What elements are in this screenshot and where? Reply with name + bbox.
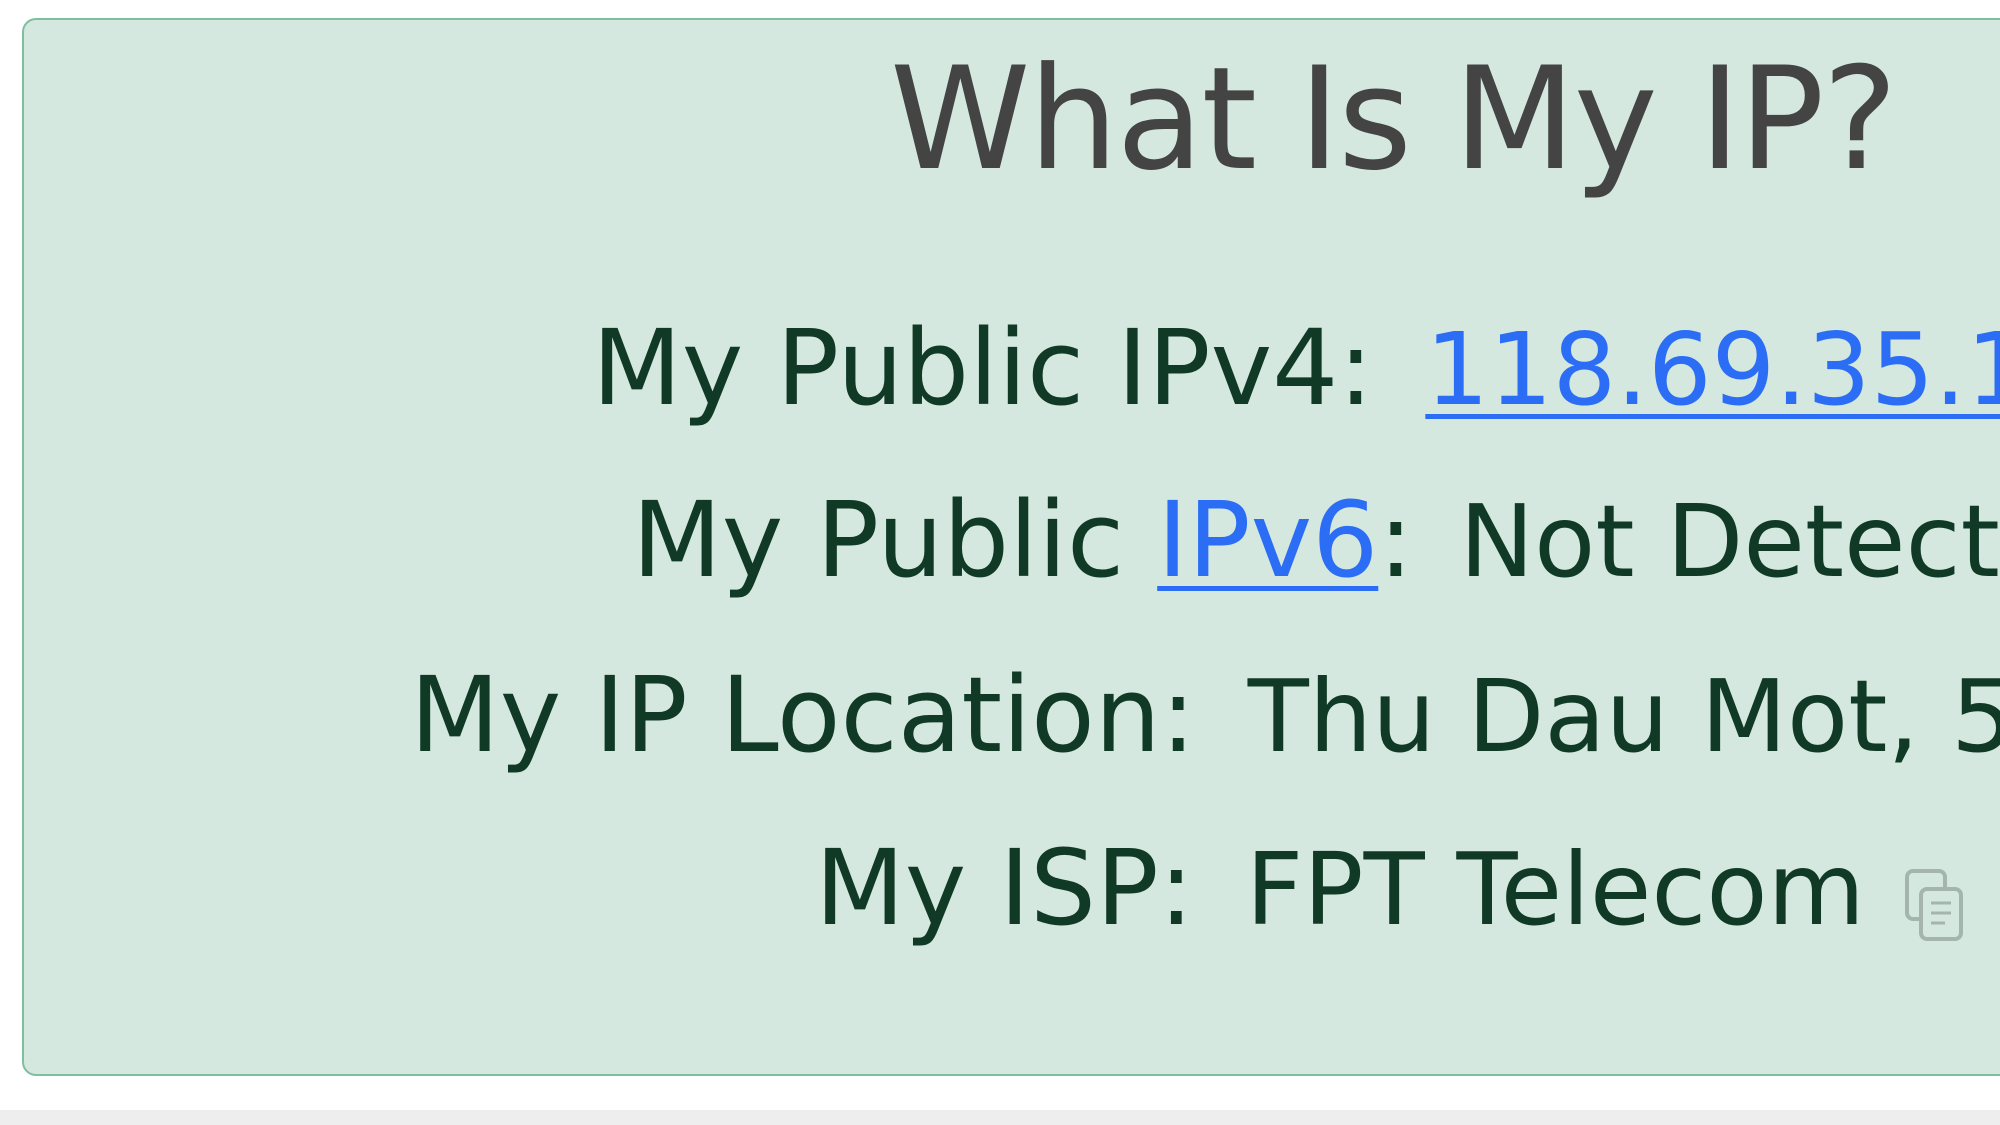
bottom-page-strip	[0, 1110, 2000, 1125]
ipv4-row: My Public IPv4: 118.69.35.12	[592, 308, 2000, 430]
page: What Is My IP? My Public IPv4: 118.69.35.…	[0, 0, 2000, 1125]
isp-label: My ISP:	[815, 827, 1194, 949]
copy-icon[interactable]	[1903, 849, 1967, 941]
isp-value: FPT Telecom	[1245, 831, 1865, 948]
ipv6-info-link[interactable]: IPv6	[1157, 479, 1378, 601]
ipv4-label: My Public IPv4:	[592, 307, 1374, 429]
location-value: Thu Dau Mot, 5	[1247, 658, 2000, 775]
isp-row: My ISP: FPT Telecom	[815, 828, 1967, 950]
ipv6-label-prefix: My Public	[632, 479, 1158, 601]
location-row: My IP Location: Thu Dau Mot, 5	[410, 655, 2000, 777]
copy-icon-graphic	[1904, 868, 1963, 941]
ipv6-row: My Public IPv6: Not Detect	[632, 480, 2000, 602]
ipv4-address-link[interactable]: 118.69.35.12	[1425, 311, 2000, 428]
card-title: What Is My IP?	[890, 37, 1898, 202]
ipv6-value: Not Detect	[1459, 483, 2000, 600]
location-label: My IP Location:	[410, 654, 1196, 776]
ipv6-label-colon: :	[1378, 479, 1414, 601]
